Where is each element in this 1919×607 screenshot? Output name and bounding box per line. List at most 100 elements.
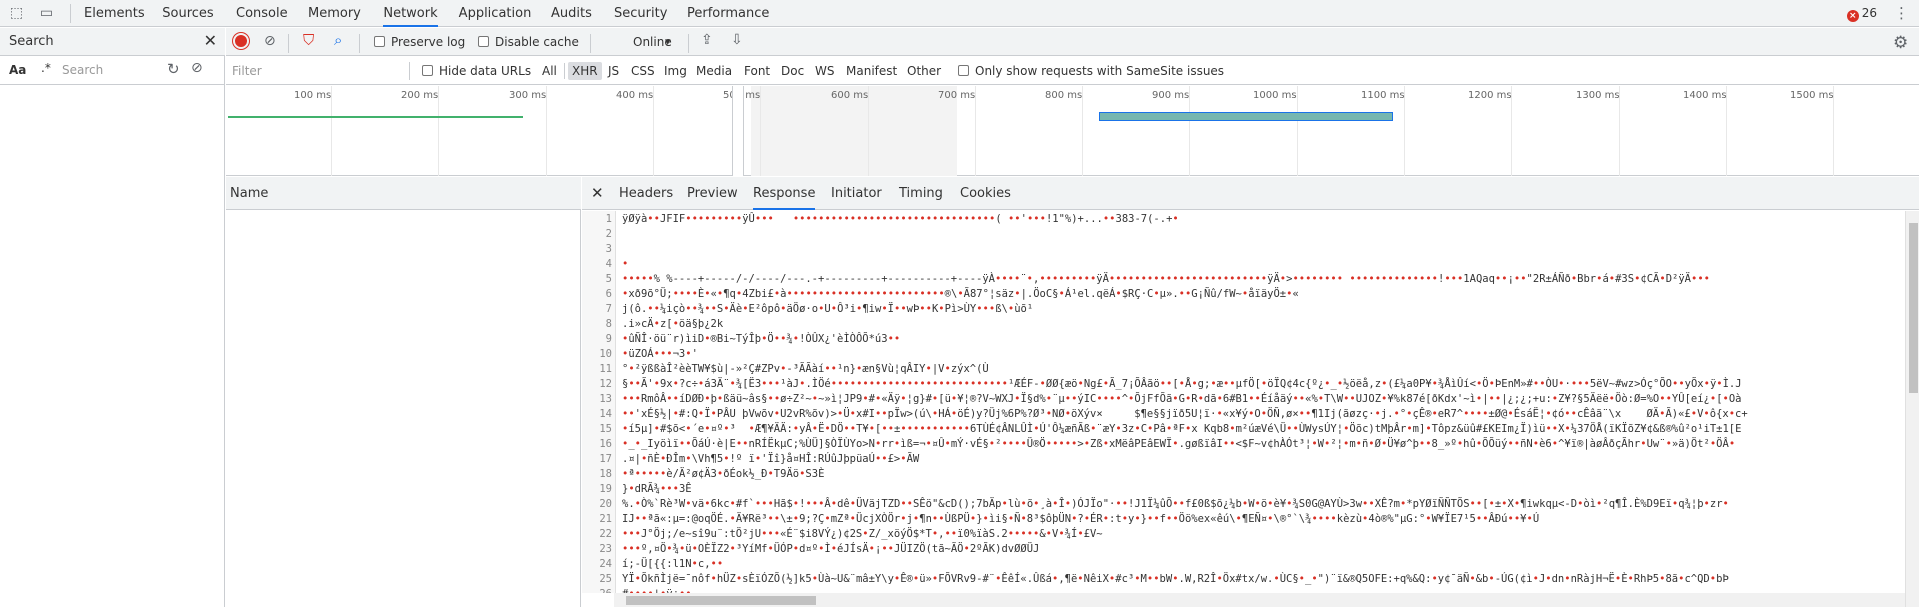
export-har-icon[interactable]: ⇩	[731, 32, 743, 48]
search-input[interactable]: Search	[56, 60, 160, 80]
filter-type-css[interactable]: CSS	[627, 62, 659, 80]
tab-headers[interactable]: Headers	[619, 177, 673, 210]
line-number: 20	[599, 498, 612, 510]
name-column-header[interactable]: Name	[226, 177, 581, 210]
filter-type-ws[interactable]: WS	[811, 62, 838, 80]
tab-initiator[interactable]: Initiator	[831, 177, 882, 210]
search-icon[interactable]: ⌕	[334, 31, 342, 49]
search-pane: Search ✕ Aa .* Search ↻ ⊘	[0, 28, 225, 607]
tab-elements[interactable]: Elements	[84, 0, 145, 27]
refresh-icon[interactable]: ↻	[167, 60, 180, 78]
line-text: í;-Ü[{{:l1N•c,••	[622, 558, 724, 570]
line-text: ••'xÉ§½|•#:Q•Ï•PÂU þVwõv•U2vR%õv)>•Ü•x#I…	[622, 408, 1748, 420]
tab-security[interactable]: Security	[614, 0, 667, 27]
clear-icon[interactable]: ⊘	[191, 60, 203, 76]
overview-request-bar	[228, 116, 523, 118]
filter-type-other[interactable]: Other	[903, 62, 945, 80]
preserve-log-label: Preserve log	[391, 35, 466, 49]
detail-tabs: ✕ Headers Preview Response Initiator Tim…	[582, 177, 1919, 210]
filter-input[interactable]: Filter	[230, 62, 410, 80]
hide-data-urls-checkbox[interactable]: Hide data URLs	[422, 57, 531, 85]
line-text: •í5µ]•#$õ<•´e•¤º•³ •Æ¶¥ÄÄ:•yÂ•Ë•DÖ••T¥•[…	[622, 423, 1742, 435]
overview-tick-label: 100 ms	[294, 90, 332, 101]
code-line: 5 •••••% %----+-----/-/----/---.-+-------…	[582, 272, 1905, 287]
checkbox-box[interactable]	[422, 65, 433, 76]
preserve-log-checkbox[interactable]: Preserve log	[374, 28, 465, 56]
line-number: 5	[605, 273, 612, 285]
code-line: 19}•dRÃ¾•••3Ê	[582, 482, 1905, 497]
horizontal-scroll-thumb[interactable]	[626, 596, 816, 605]
tab-network[interactable]: Network	[383, 0, 438, 27]
vertical-scrollbar[interactable]	[1905, 211, 1919, 607]
line-number: 10	[599, 348, 612, 360]
toolbar-divider	[359, 34, 360, 53]
tab-application[interactable]: Application	[458, 0, 532, 27]
overview-tick-label: 1200 ms	[1468, 90, 1512, 101]
line-number: 16	[599, 438, 612, 450]
line-number: 4	[605, 258, 612, 270]
overview-tick-label: 200 ms	[401, 90, 439, 101]
samesite-checkbox[interactable]: Only show requests with SameSite issues	[958, 57, 1224, 85]
more-options-icon[interactable]: ⋮	[1893, 5, 1910, 22]
code-line: 22 •••J°Öj;/e~sî9u¨:tÖ²jU•••«É¨$i8VÝ¿)¢2S…	[582, 527, 1905, 542]
code-line: 4 •	[582, 257, 1905, 272]
regex-button[interactable]: .*	[41, 61, 51, 75]
close-icon[interactable]: ✕	[591, 184, 604, 202]
checkbox-box[interactable]	[374, 36, 385, 47]
tab-audits[interactable]: Audits	[551, 0, 592, 27]
error-counter[interactable]: × 26	[1846, 6, 1877, 22]
checkbox-box[interactable]	[478, 36, 489, 47]
filter-type-img[interactable]: Img	[660, 62, 691, 80]
code-line: 18 •ª•••••è/Ä²ø¢Ä3•ðÉok½_Ð•T9Äö•S3È	[582, 467, 1905, 482]
overview-selection-handle[interactable]	[732, 86, 744, 176]
clear-log-icon[interactable]: ⊘	[264, 33, 276, 49]
tab-cookies[interactable]: Cookies	[960, 177, 1011, 210]
throttling-dropdown-arrow[interactable]: ▾	[665, 28, 671, 56]
code-line: 8 .i»cÄ•z[•öä§þ¿2k	[582, 317, 1905, 332]
tab-sources[interactable]: Sources	[162, 0, 214, 27]
device-toolbar-icon[interactable]: ▭	[38, 5, 55, 22]
tab-memory[interactable]: Memory	[308, 0, 361, 27]
filter-type-xhr[interactable]: XHR	[568, 62, 602, 80]
tab-console[interactable]: Console	[236, 0, 288, 27]
code-line: 6 •xð9õ°Ü;••••È•«•¶q•4Zbi£•à•••••••••••••…	[582, 287, 1905, 302]
timeline-overview[interactable]: 100 ms 200 ms 300 ms 400 ms 500 ms 600 m…	[226, 86, 1919, 176]
line-number: 9	[605, 333, 612, 345]
toolbar-divider	[564, 63, 565, 79]
search-pane-title: Search	[9, 34, 54, 49]
filter-type-doc[interactable]: Doc	[777, 62, 808, 80]
code-line: 2	[582, 227, 1905, 242]
tab-performance[interactable]: Performance	[687, 0, 769, 27]
overview-tick-label: 300 ms	[509, 90, 547, 101]
tab-response[interactable]: Response	[753, 177, 816, 210]
code-line: 7 j(ô.••¼içò••¾••S•Äè•E²ôpô•äÖø·o•U•Ô³i•¶…	[582, 302, 1905, 317]
code-line: 21 IJ••ªã«:µ=:@oqÖÉ.•Ä¥Rë³••\±•9;?Ç•mZª•Ü…	[582, 512, 1905, 527]
inspect-element-icon[interactable]: ⬚	[8, 5, 25, 22]
line-text: °•²ÿßßàÎ²èèTW¥$ù|-»²Ç#ZPv•-³ÃÃàí••¹n}•æn…	[622, 363, 989, 375]
checkbox-box[interactable]	[958, 65, 969, 76]
import-har-icon[interactable]: ⇪	[701, 32, 713, 48]
horizontal-scrollbar[interactable]	[614, 593, 1905, 607]
response-code-view[interactable]: 1 ÿØÿà••JFIF•••••••••ÿÛ••• ••••••••••••••…	[582, 211, 1905, 593]
line-text: }•dRÃ¾•••3Ê	[622, 483, 692, 495]
line-number: 1	[605, 213, 612, 225]
filter-type-font[interactable]: Font	[740, 62, 774, 80]
filter-type-media[interactable]: Media	[692, 62, 736, 80]
filter-type-all[interactable]: All	[538, 62, 561, 80]
tab-preview[interactable]: Preview	[687, 177, 738, 210]
match-case-button[interactable]: Aa	[9, 63, 26, 77]
error-icon: ×	[1846, 10, 1859, 22]
filter-type-js[interactable]: JS	[604, 62, 623, 80]
close-icon[interactable]: ✕	[204, 31, 217, 50]
gear-icon[interactable]: ⚙	[1893, 33, 1908, 53]
code-line: 10 •üZOÁ•••¬3•'	[582, 347, 1905, 362]
disable-cache-checkbox[interactable]: Disable cache	[478, 28, 579, 56]
filter-type-manifest[interactable]: Manifest	[842, 62, 901, 80]
filter-icon[interactable]: ⛉	[303, 31, 314, 49]
line-text: •••••% %----+-----/-/----/---.-+--------…	[622, 273, 1710, 285]
line-number: 23	[599, 543, 612, 555]
code-line: 13 •••RmôÂ••íDØÐ•þ•ßäü~âs§••ø÷Z²~•~»ì¦JP9…	[582, 392, 1905, 407]
record-button[interactable]	[233, 33, 249, 49]
tab-timing[interactable]: Timing	[899, 177, 943, 210]
vertical-scroll-thumb[interactable]	[1909, 223, 1918, 393]
